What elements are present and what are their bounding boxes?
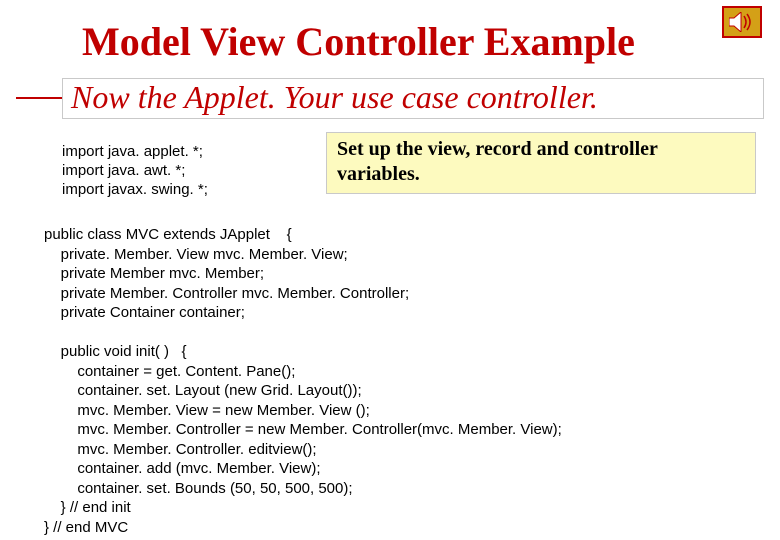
callout-note: Set up the view, record and controller v… [326,132,756,194]
speaker-icon [722,6,762,38]
subtitle-row: Now the Applet. Your use case controller… [16,78,764,119]
subtitle-rule [16,97,62,99]
slide-subtitle: Now the Applet. Your use case controller… [62,78,764,119]
code-body: public class MVC extends JApplet { priva… [44,225,760,537]
code-imports: import java. applet. *; import java. awt… [62,143,208,199]
slide: Model View Controller Example Now the Ap… [0,0,780,540]
slide-title: Model View Controller Example [82,18,635,65]
